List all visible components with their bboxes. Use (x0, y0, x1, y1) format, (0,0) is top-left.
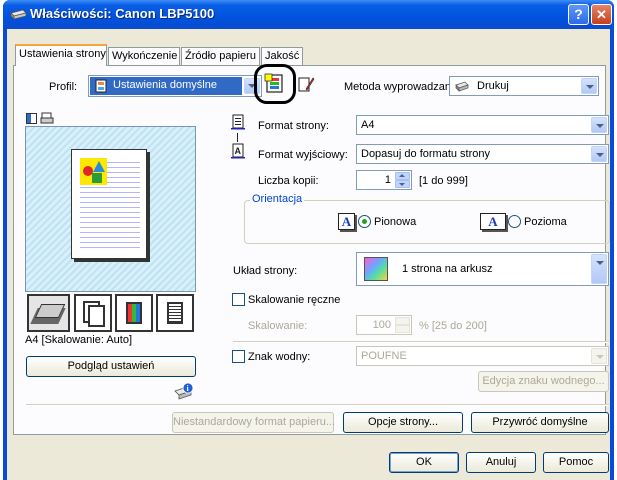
landscape-radio[interactable] (508, 215, 521, 228)
watermark-combo[interactable]: POUFNE (356, 346, 609, 366)
tab-paper-source[interactable]: Źródło papieru (181, 47, 260, 65)
quality-button[interactable] (156, 294, 194, 332)
profile-combo[interactable]: Ustawienia domyślne (88, 75, 262, 97)
collate-button[interactable] (74, 294, 112, 332)
printer-info-icon[interactable]: i (173, 382, 195, 402)
profile-label: Profil: (49, 81, 78, 93)
scaling-label: Skalowanie: (248, 320, 308, 332)
manual-scaling-checkbox[interactable] (232, 293, 245, 306)
copies-label: Liczba kopii: (258, 175, 319, 187)
page-options-button[interactable]: Opcje strony... (343, 412, 463, 433)
output-size-icon: A (231, 143, 245, 159)
profile-icon (95, 79, 107, 93)
copies-range: [1 do 999] (419, 175, 468, 187)
output-size-combo[interactable]: Dopasuj do formatu strony (356, 144, 609, 164)
scaling-value: 100 (372, 319, 391, 331)
preview-area (25, 126, 196, 292)
layout-stack-button[interactable] (27, 294, 70, 332)
layout-value: 1 strona na arkusz (402, 263, 493, 275)
chevron-down-icon[interactable] (591, 348, 607, 364)
tab-quality[interactable]: Jakość (261, 47, 303, 65)
watermark-checkbox[interactable] (232, 350, 245, 363)
page-size-combo[interactable]: A4 (356, 115, 609, 135)
add-profile-icon[interactable] (264, 73, 286, 95)
scaling-spinbox[interactable]: 100 (356, 315, 412, 335)
edit-watermark-button[interactable]: Edycja znaku wodnego... (478, 371, 609, 392)
output-method-label: Metoda wyprowadzania: (344, 81, 463, 93)
orientation-label: Orientacja (250, 193, 305, 205)
output-size-label: Format wyjściowy: (258, 149, 348, 161)
tab-page-setup[interactable]: Ustawienia strony (15, 44, 107, 66)
output-method-value: Drukuj (477, 80, 509, 92)
window-title: Właściwości: Canon LBP5100 (30, 6, 215, 21)
preview-settings-button[interactable]: Podgląd ustawień (26, 356, 196, 377)
chevron-down-icon[interactable] (581, 78, 597, 94)
tab-finishing[interactable]: Wykończenie (108, 47, 180, 65)
landscape-icon: A (480, 213, 506, 230)
custom-paper-button[interactable]: Niestandardowy format papieru... (172, 412, 335, 433)
divider (233, 341, 609, 343)
output-method-combo[interactable]: Drukuj (449, 76, 599, 96)
svg-text:A: A (235, 146, 242, 156)
portrait-icon: A (338, 213, 355, 230)
layout-label: Układ strony: (233, 265, 298, 277)
spin-down-icon[interactable] (395, 325, 410, 333)
ok-button[interactable]: OK (389, 452, 459, 473)
landscape-label[interactable]: Pozioma (524, 216, 567, 228)
color-mode-button[interactable] (115, 294, 153, 332)
copies-spinbox[interactable]: 1 (356, 170, 412, 190)
profile-value: Ustawienia domyślne (113, 79, 217, 91)
printer-view-icon[interactable] (40, 112, 54, 124)
portrait-label[interactable]: Pionowa (374, 216, 416, 228)
spin-down-icon[interactable] (395, 180, 410, 188)
spin-up-icon[interactable] (395, 172, 410, 180)
page-view-icon[interactable] (26, 113, 37, 124)
page-size-icon (231, 114, 245, 130)
output-size-value: Dopasuj do formatu strony (361, 148, 491, 160)
edit-profile-icon[interactable] (297, 75, 315, 93)
preview-status: A4 [Skalowanie: Auto] (25, 334, 133, 346)
watermark-label[interactable]: Znak wodny: (248, 351, 310, 363)
layout-icon (364, 257, 388, 281)
restore-defaults-button[interactable]: Przywróć domyślne (471, 412, 609, 433)
chevron-down-icon[interactable] (591, 117, 607, 133)
page-size-label: Format strony: (258, 120, 329, 132)
printer-icon (455, 81, 469, 92)
arrow-down-icon (237, 133, 238, 142)
divider (26, 404, 609, 406)
help-title-button[interactable]: ? (568, 4, 589, 25)
chevron-down-icon[interactable] (591, 146, 607, 162)
manual-scaling-label[interactable]: Skalowanie ręczne (248, 294, 340, 306)
spin-up-icon[interactable] (395, 317, 410, 325)
layout-combo[interactable]: 1 strona na arkusz (356, 252, 609, 286)
help-button[interactable]: Pomoc (543, 452, 609, 473)
page-size-value: A4 (361, 119, 375, 131)
chevron-down-icon[interactable] (591, 254, 607, 284)
portrait-radio[interactable] (358, 215, 371, 228)
close-button[interactable]: ✕ (591, 4, 612, 25)
printer-icon (10, 9, 27, 20)
cancel-button[interactable]: Anuluj (466, 452, 536, 473)
preview-page (71, 149, 147, 259)
scaling-range: % [25 do 200] (419, 320, 487, 332)
copies-value: 1 (384, 174, 391, 186)
watermark-value: POUFNE (361, 350, 407, 362)
